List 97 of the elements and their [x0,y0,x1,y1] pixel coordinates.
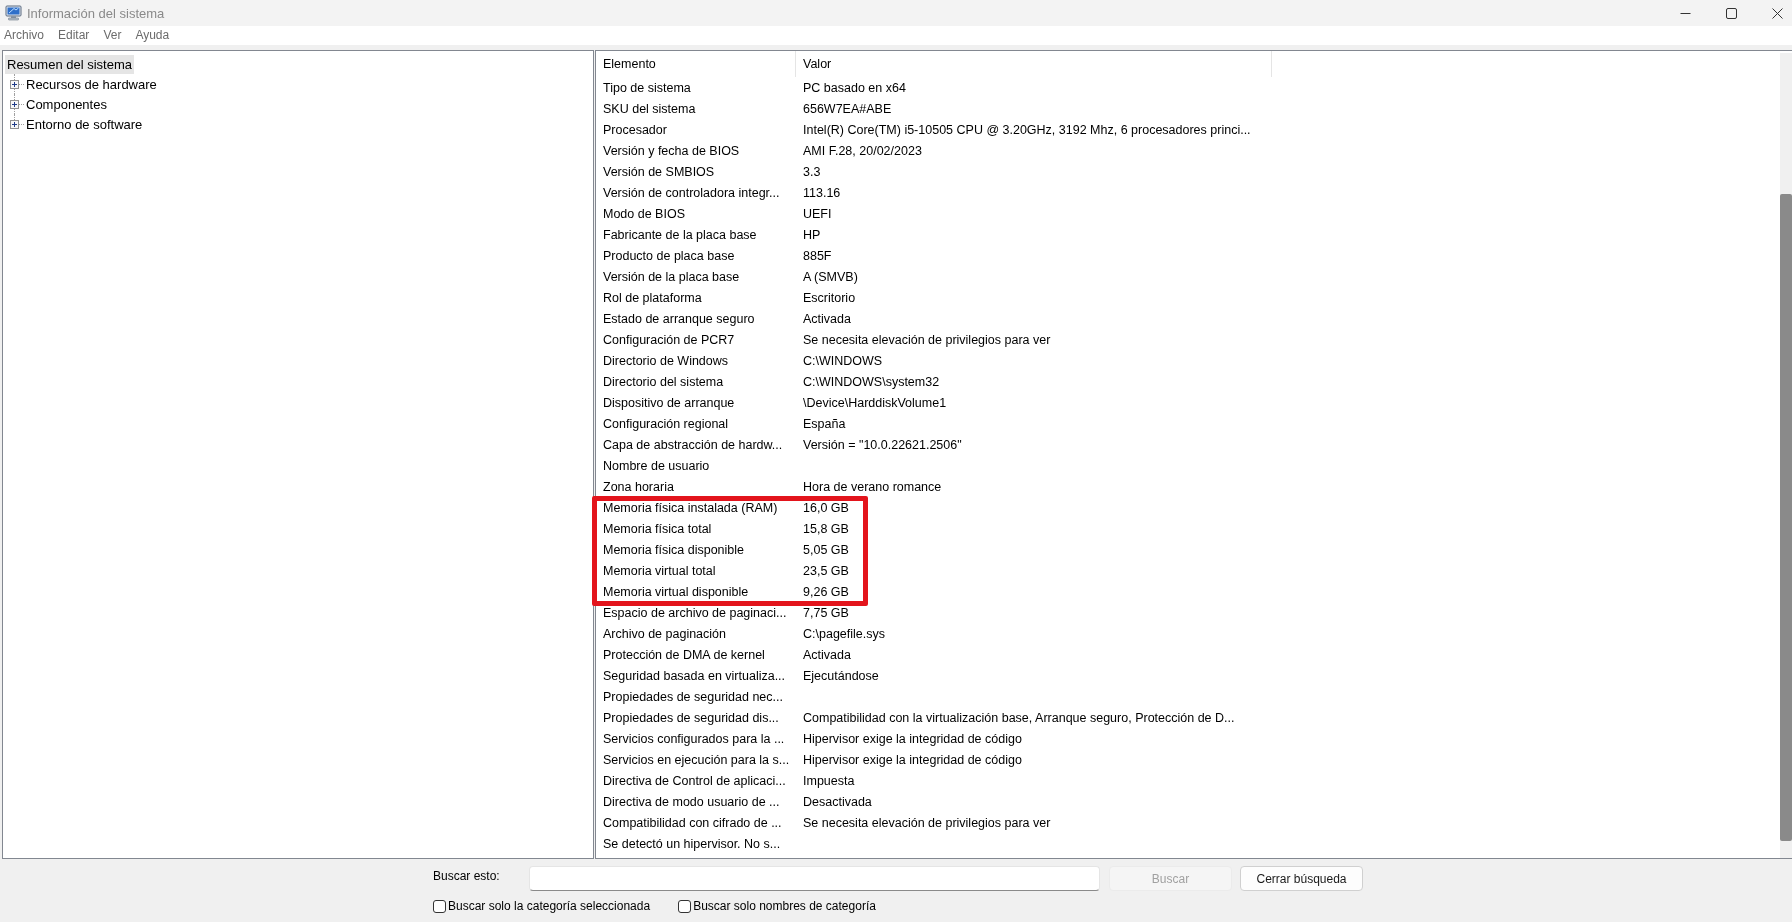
property-value: A (SMVB) [802,269,858,284]
scrollbar-thumb[interactable] [1780,194,1792,841]
property-value: PC basado en x64 [802,80,906,95]
menu-item[interactable]: Ayuda [131,26,174,45]
property-value: Hipervisor exige la integridad de código [802,731,1022,746]
property-value: 5,05 GB [802,542,849,557]
property-value: Compatibilidad con la virtualización base, Arranque seguro, Protección de D... [802,710,1235,725]
property-name: Procesador [602,122,668,137]
property-value: Desactivada [802,794,872,809]
menu-item[interactable]: Archivo [0,26,48,45]
property-name: Rol de plataforma [602,290,703,305]
property-name: Memoria virtual disponible [602,584,750,599]
property-value: Intel(R) Core(TM) i5-10505 CPU @ 3.20GHz, 3192 Mhz, 6 procesadores princi... [802,122,1251,137]
property-name: Directorio de Windows [602,353,730,368]
property-name: Se detectó un hipervisor. No s... [602,836,782,851]
menu-item[interactable]: Editar [54,26,94,45]
property-name: Versión y fecha de BIOS [602,143,741,158]
checkbox-label[interactable]: Buscar solo nombres de categoría [693,899,876,913]
scrollbar[interactable] [1780,53,1792,858]
checkbox[interactable] [433,899,446,913]
tree-item[interactable]: Resumen del sistema [5,54,134,74]
tree-item[interactable]: Recursos de hardware [24,74,159,94]
property-value: Hipervisor exige la integridad de código [802,752,1022,767]
property-value: Se necesita elevación de privilegios para ver [802,815,1051,830]
property-name: Memoria física instalada (RAM) [602,500,779,515]
property-value: 885F [802,248,832,263]
search-label: Buscar esto: [433,868,501,883]
window-title: Información del sistema [27,5,165,21]
property-value: Hora de verano romance [802,479,942,494]
expand-icon[interactable] [10,120,19,129]
property-value: AMI F.28, 20/02/2023 [802,143,922,158]
search-field[interactable] [529,866,1100,891]
property-name: Modo de BIOS [602,206,686,221]
property-value: 3.3 [802,164,821,179]
property-name: Directorio del sistema [602,374,725,389]
property-name: Configuración regional [602,416,730,431]
property-name: Versión de controladora integr... [602,185,781,200]
property-name: Memoria física total [602,521,713,536]
property-value: España [802,416,846,431]
property-name: Servicios configurados para la ... [602,731,786,746]
property-name: Dispositivo de arranque [602,395,736,410]
property-name: Nombre de usuario [602,458,711,473]
property-name: Memoria física disponible [602,542,746,557]
property-name: Fabricante de la placa base [602,227,758,242]
close-search-button[interactable]: Cerrar búsqueda [1240,866,1363,891]
property-name: Propiedades de seguridad dis... [602,710,780,725]
property-name: Versión de la placa base [602,269,741,284]
property-value: Versión = "10.0.22621.2506" [802,437,962,452]
close-icon [1771,7,1783,19]
property-name: Directiva de modo usuario de ... [602,794,781,809]
property-value: 23,5 GB [802,563,849,578]
property-name: Versión de SMBIOS [602,164,716,179]
property-value: 9,26 GB [802,584,849,599]
property-name: Servicios en ejecución para la s... [602,752,791,767]
property-name: Archivo de paginación [602,626,727,641]
menu-item[interactable]: Ver [99,26,126,45]
property-name: Protección de DMA de kernel [602,647,766,662]
property-name: Memoria virtual total [602,563,717,578]
property-name: Estado de arranque seguro [602,311,756,326]
property-value: \Device\HarddiskVolume1 [802,395,947,410]
expand-icon[interactable] [10,100,19,109]
property-value: 656W7EA#ABE [802,101,892,116]
tree-item[interactable]: Entorno de software [24,114,145,134]
property-name: SKU del sistema [602,101,697,116]
property-name: Tipo de sistema [602,80,692,95]
property-value: 113.16 [802,185,841,200]
property-value: Se necesita elevación de privilegios para ver [802,332,1051,347]
property-value: Ejecutándose [802,668,879,683]
property-name: Compatibilidad con cifrado de ... [602,815,783,830]
property-value: UEFI [802,206,832,221]
property-value: Impuesta [802,773,855,788]
property-name: Capa de abstracción de hardw... [602,437,784,452]
property-value: 7,75 GB [802,605,849,620]
property-value: Activada [802,647,851,662]
property-value: HP [802,227,821,242]
checkbox-label[interactable]: Buscar solo la categoría seleccionada [448,899,651,913]
property-name: Propiedades de seguridad nec... [602,689,784,704]
property-name: Zona horaria [602,479,675,494]
property-value: Activada [802,311,851,326]
column-header[interactable]: Elemento [596,51,796,77]
property-name: Producto de placa base [602,248,736,263]
property-value: Escritorio [802,290,856,305]
expand-icon[interactable] [10,80,19,89]
property-name: Seguridad basada en virtualiza... [602,668,787,683]
tree-item[interactable]: Componentes [24,94,109,114]
property-name: Configuración de PCR7 [602,332,736,347]
property-value: C:\pagefile.sys [802,626,885,641]
property-name: Espacio de archivo de paginaci... [602,605,788,620]
property-value: C:\WINDOWS [802,353,883,368]
property-value: 15,8 GB [802,521,849,536]
checkbox[interactable] [678,899,692,913]
computer-icon [5,5,22,21]
maximize-icon [1725,7,1737,19]
property-value: 16,0 GB [802,500,849,515]
column-header[interactable]: Valor [796,51,1272,77]
property-name: Directiva de Control de aplicaci... [602,773,787,788]
property-value: C:\WINDOWS\system32 [802,374,940,389]
